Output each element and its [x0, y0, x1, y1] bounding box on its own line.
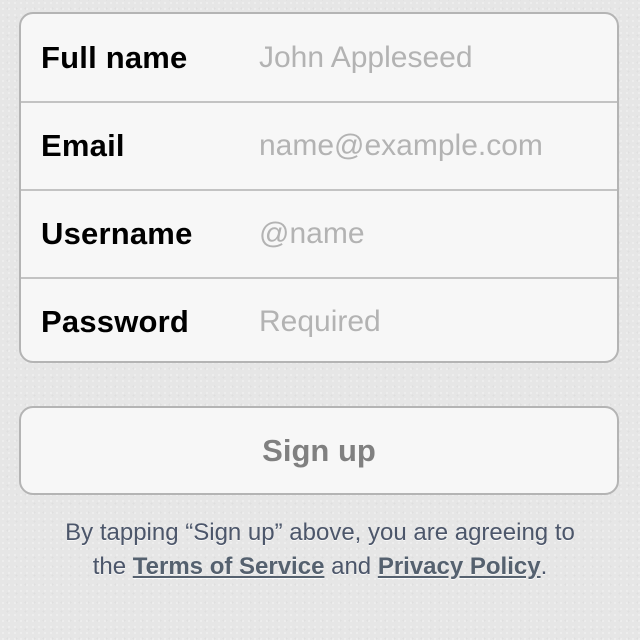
- terms-of-service-link[interactable]: Terms of Service: [133, 553, 325, 580]
- legal-conjunction: and: [331, 553, 372, 580]
- username-label: Username: [41, 216, 193, 251]
- legal-line-2: the Terms of Service and Privacy Policy.: [0, 550, 640, 584]
- privacy-policy-link[interactable]: Privacy Policy: [378, 553, 541, 580]
- email-row: Email: [21, 101, 617, 189]
- legal-line-1: By tapping “Sign up” above, you are agre…: [65, 519, 575, 546]
- email-input[interactable]: [259, 103, 607, 189]
- password-label: Password: [41, 304, 190, 339]
- full-name-input[interactable]: [259, 14, 607, 101]
- full-name-label: Full name: [41, 39, 188, 75]
- username-row: Username: [21, 189, 617, 277]
- username-input[interactable]: [259, 191, 607, 277]
- signup-form: Full name Email Username Password: [19, 12, 619, 363]
- legal-prefix: the: [92, 553, 127, 580]
- sign-up-button[interactable]: Sign up: [19, 406, 619, 495]
- legal-suffix: .: [540, 553, 548, 580]
- email-label: Email: [41, 128, 125, 163]
- legal-notice: By tapping “Sign up” above, you are agre…: [0, 516, 640, 584]
- full-name-row: Full name: [21, 14, 617, 101]
- password-input[interactable]: [259, 279, 607, 361]
- password-row: Password: [21, 277, 617, 361]
